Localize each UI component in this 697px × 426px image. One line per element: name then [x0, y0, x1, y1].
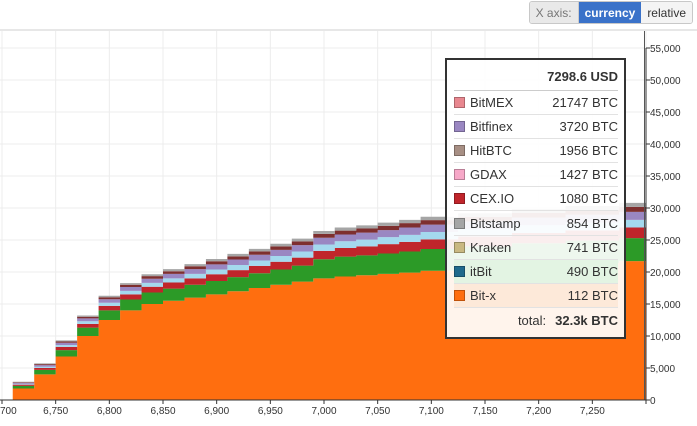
y-tick-label: 10,000 — [650, 332, 681, 343]
x-tick-label: 6,750 — [43, 406, 68, 417]
tooltip-rows: BitMEX 21747 BTC Bitfinex 3720 BTC HitBTC 1… — [454, 91, 618, 308]
exchange-name: Kraken — [470, 239, 512, 255]
tooltip-row: CEX.IO 1080 BTC — [454, 187, 618, 212]
swatch-icon — [454, 145, 465, 157]
x-tick-label: 6,800 — [97, 406, 122, 417]
tooltip-price: 7298.6 USD — [454, 63, 618, 91]
total-label: total: — [517, 313, 547, 329]
exchange-value: 490 BTC — [566, 263, 618, 279]
swatch-icon — [454, 97, 465, 109]
exchange-name: Bitstamp — [470, 215, 521, 231]
total-value: 32.3k BTC — [555, 313, 618, 329]
x-tick-label: 7,100 — [419, 406, 444, 417]
exchange-name: itBit — [470, 263, 492, 279]
x-tick-label: 7,050 — [365, 406, 390, 417]
tooltip-row: BitMEX 21747 BTC — [454, 91, 618, 116]
tooltip-row: HitBTC 1956 BTC — [454, 139, 618, 164]
x-tick-label: 7,250 — [580, 406, 605, 417]
swatch-icon — [454, 217, 465, 229]
exchange-value: 741 BTC — [566, 239, 618, 255]
exchange-name: GDAX — [470, 167, 507, 183]
tooltip-row: GDAX 1427 BTC — [454, 163, 618, 188]
y-tick-label: 40,000 — [650, 140, 681, 151]
swatch-icon — [454, 265, 465, 277]
x-tick-label: 700 — [0, 406, 17, 417]
exchange-value: 21747 BTC — [552, 95, 618, 111]
swatch-icon — [454, 241, 465, 253]
exchange-value: 112 BTC — [567, 287, 618, 303]
y-tick-label: 20,000 — [650, 268, 681, 279]
y-tick-label: 25,000 — [650, 236, 681, 247]
exchange-name: HitBTC — [470, 143, 512, 159]
tooltip-row: Bit-x 112 BTC — [454, 283, 618, 308]
x-tick-label: 7,150 — [472, 406, 497, 417]
swatch-icon — [454, 193, 465, 205]
tooltip-total: total: 32.3k BTC — [454, 308, 618, 334]
y-tick-label: 55,000 — [650, 44, 681, 55]
tooltip: 7298.6 USD BitMEX 21747 BTC Bitfinex 3720 … — [445, 58, 626, 339]
exchange-name: CEX.IO — [470, 191, 515, 207]
exchange-value: 1080 BTC — [559, 191, 618, 207]
swatch-icon — [454, 121, 465, 133]
exchange-name: Bit-x — [470, 287, 496, 303]
y-tick-label: 45,000 — [650, 108, 681, 119]
y-tick-label: 30,000 — [650, 204, 681, 215]
x-tick-label: 7,000 — [311, 406, 336, 417]
swatch-icon — [454, 289, 465, 301]
x-tick-label: 6,850 — [150, 406, 175, 417]
exchange-name: Bitfinex — [470, 119, 513, 135]
y-tick-label: 50,000 — [650, 76, 681, 87]
y-tick-label: 0 — [650, 396, 656, 407]
x-tick-label: 6,950 — [258, 406, 283, 417]
tooltip-row: itBit 490 BTC — [454, 259, 618, 284]
x-tick-label: 6,900 — [204, 406, 229, 417]
exchange-name: BitMEX — [470, 95, 514, 111]
swatch-icon — [454, 169, 465, 181]
y-tick-label: 15,000 — [650, 300, 681, 311]
exchange-value: 3720 BTC — [559, 119, 618, 135]
exchange-value: 854 BTC — [566, 215, 618, 231]
tooltip-row: Bitstamp 854 BTC — [454, 211, 618, 236]
exchange-value: 1427 BTC — [559, 167, 618, 183]
y-tick-label: 35,000 — [650, 172, 681, 183]
tooltip-row: Kraken 741 BTC — [454, 236, 618, 260]
tooltip-row: Bitfinex 3720 BTC — [454, 115, 618, 140]
y-tick-label: 5,000 — [650, 364, 675, 375]
exchange-value: 1956 BTC — [559, 143, 618, 159]
x-tick-label: 7,200 — [526, 406, 551, 417]
